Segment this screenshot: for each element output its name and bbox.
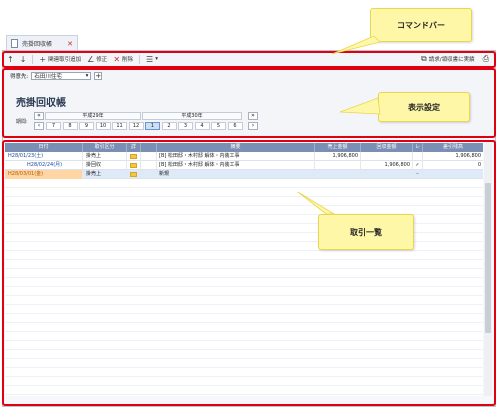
- callout-tail: [331, 36, 380, 55]
- callout-command-bar: コマンドバー: [370, 8, 472, 42]
- screen: 売掛回収帳 ✕ ↑ ↓ + 関連取引追加 ∠ 修正 ✕ 削除 ☰ ▾ ⧉ 請求/領収書に実…: [0, 0, 500, 409]
- close-icon[interactable]: ✕: [67, 40, 73, 48]
- command-bar-highlight: [2, 51, 496, 68]
- tab-label: 売掛回収帳: [22, 41, 53, 48]
- callout-tail: [339, 97, 381, 115]
- callout-display-settings: 表示設定: [378, 92, 470, 122]
- tab-ledger[interactable]: 売掛回収帳 ✕: [6, 35, 78, 51]
- callout-tail: [297, 191, 336, 215]
- transaction-list-highlight: [2, 140, 496, 406]
- document-icon: [11, 39, 18, 48]
